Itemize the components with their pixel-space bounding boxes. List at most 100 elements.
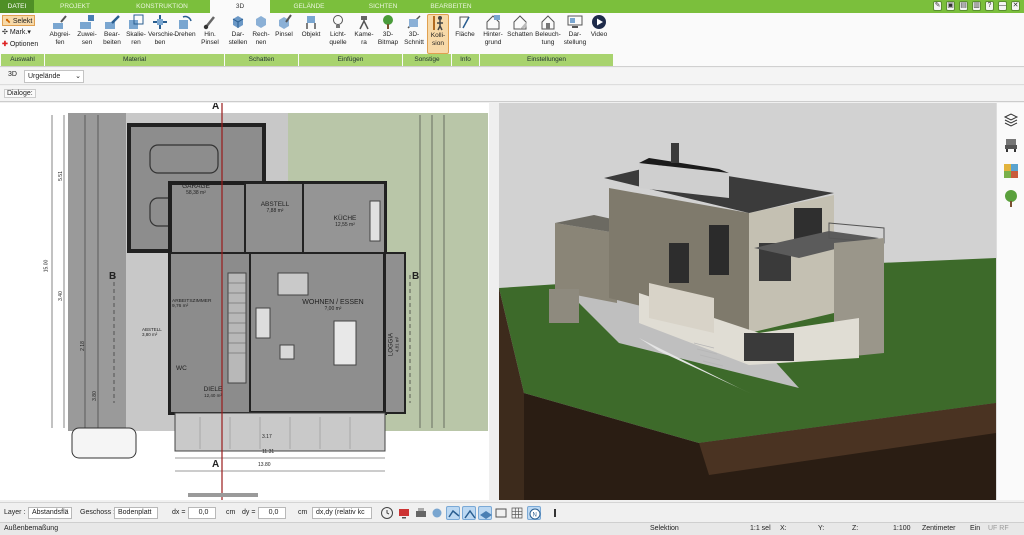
hin-pinsel-button[interactable]: Hin. Pinsel (198, 14, 222, 46)
dim-text: 3.40 (57, 291, 64, 301)
dim-text: 3.80 (91, 391, 98, 401)
zuweisen-button[interactable]: Zuwei- sen (74, 14, 100, 46)
chevron-down-icon: ⌄ (75, 73, 81, 80)
dx-input[interactable]: 0,0 (188, 507, 216, 519)
3d-view[interactable] (499, 103, 996, 500)
dim-text: 13.80 (258, 462, 271, 468)
flaeche-button[interactable]: Fläche (452, 14, 478, 39)
floor-plan-view[interactable]: GARAGE 58,38 m² ABSTELL 7,88 m² KÜCHE 12,55… (0, 103, 498, 500)
snap-angle-icon[interactable] (462, 506, 476, 520)
schatten-rechnen-button[interactable]: Rech- nen (250, 14, 272, 46)
dx-label: dx = (172, 509, 186, 516)
clock-icon[interactable] (380, 506, 394, 520)
hintergrund-button[interactable]: Hinter- grund (480, 14, 506, 46)
area-icon (459, 16, 470, 29)
terrain-select[interactable]: Urgelände ⌄ (24, 70, 84, 83)
chair-icon (306, 16, 316, 29)
verschieben-button[interactable]: Verschie- ben (148, 14, 175, 46)
bearbeiten-button[interactable]: Bear- beiten (100, 14, 124, 46)
help-icon[interactable]: ? (985, 1, 994, 11)
pipette-icon (53, 15, 67, 29)
minimize-icon[interactable]: — (998, 1, 1007, 11)
section-marker-a-bottom: A (212, 459, 220, 470)
geschoss-label: Geschoss : (80, 509, 116, 516)
right-side-toolbar (996, 103, 1024, 500)
view-mode-label: 3D (8, 71, 17, 78)
tab-3d[interactable]: 3D (210, 0, 270, 13)
print-icon[interactable] (414, 506, 428, 520)
ribbon-tab-bar: DATEI PROJEKT KONSTRUKTION 3D GELÄNDE SI… (0, 0, 1024, 13)
kamera-button[interactable]: Kame- ra (352, 14, 376, 46)
window-b-icon[interactable]: ▤ (959, 1, 968, 11)
ribbon: ⬉ Selekt ✣ Mark.▾ ✚ Optionen Abgrei- fen… (0, 13, 1024, 67)
schatten-pinsel-button[interactable]: Pinsel (272, 14, 296, 39)
material-palette-icon[interactable] (1003, 163, 1019, 179)
cube-shadow-icon (232, 16, 244, 28)
tab-konstruktion[interactable]: KONSTRUKTION (116, 0, 208, 13)
window-c-icon[interactable]: ▥ (972, 1, 981, 11)
3d-bitmap-button[interactable]: 3D- Bitmap (376, 14, 400, 46)
schatten-einstellung-button[interactable]: Schatten (506, 14, 534, 39)
selekt-button[interactable]: ⬉ Selekt (2, 15, 36, 26)
skalieren-button[interactable]: Skalie- ren (124, 14, 148, 46)
tab-projekt[interactable]: PROJEKT (36, 0, 114, 13)
room-wohnen-essen: WOHNEN / ESSEN ?,00 m² (302, 299, 364, 312)
snap-line-icon[interactable] (446, 506, 460, 520)
group-einstellungen: Einstellungen (479, 54, 613, 66)
snap-surface-icon[interactable] (478, 506, 492, 520)
schatten-darstellen-button[interactable]: Dar- stellen (226, 14, 250, 46)
tree-icon[interactable] (1003, 189, 1019, 207)
drehen-button[interactable]: Drehen (172, 14, 198, 39)
abgreifen-button[interactable]: Abgrei- fen (46, 14, 74, 46)
close-icon[interactable]: ✕ (1011, 1, 1020, 11)
tab-datei[interactable]: DATEI (0, 0, 34, 13)
view-bar: 3D Urgelände ⌄ (0, 68, 1024, 85)
armchair-icon[interactable] (1003, 137, 1019, 153)
objekt-button[interactable]: Objekt (298, 14, 324, 39)
3d-schnitt-button[interactable]: 3D- Schnitt (402, 14, 426, 46)
status-unit: Zentimeter (922, 525, 956, 532)
pen-icon[interactable]: ✎ (933, 1, 942, 11)
layers-icon[interactable] (1003, 111, 1019, 127)
dim-text: 2.18 (79, 341, 86, 351)
background-house-icon (486, 15, 500, 30)
dialoge-label[interactable]: Dialoge: (4, 89, 36, 98)
tab-sichten[interactable]: SICHTEN (348, 0, 418, 13)
room-abstell-2: ABSTELL 3,80 m² (142, 327, 162, 337)
pane-splitter[interactable] (489, 103, 499, 500)
render-settings-icon[interactable] (430, 506, 444, 520)
status-scale: 1:1 sel (750, 525, 771, 532)
layer-select[interactable]: Abstandsflä (28, 507, 72, 519)
status-selektion: Selektion (650, 525, 679, 532)
dy-unit: cm (298, 509, 308, 516)
tree-icon (383, 15, 393, 29)
monitor-icon (567, 15, 583, 28)
more-options-icon[interactable] (548, 506, 562, 520)
tab-gelaende[interactable]: GELÄNDE (272, 0, 346, 13)
screen-capture-icon[interactable] (397, 506, 411, 520)
room-arbeitszimmer: ARBEITSZIMMER 9,76 m² (172, 299, 212, 309)
lightbulb-icon (333, 15, 343, 28)
status-zoom: 1:100 (893, 525, 911, 532)
status-ein: Ein (970, 525, 981, 532)
input-mode-select[interactable]: dx,dy (relativ kc (312, 507, 372, 519)
grid-icon[interactable] (510, 506, 524, 520)
optionen-button[interactable]: ✚ Optionen (2, 39, 38, 50)
darstellung-button[interactable]: Dar- stellung (562, 14, 588, 46)
beleuchtung-button[interactable]: Beleuch- tung (534, 14, 562, 46)
north-icon[interactable]: N (527, 506, 541, 520)
paint-assign-icon (80, 15, 94, 29)
status-left-text: Außenbemaßung (4, 525, 59, 532)
view-toggle-icon[interactable] (494, 506, 508, 520)
mark-button[interactable]: ✣ Mark.▾ (2, 27, 31, 38)
window-a-icon[interactable]: ▣ (946, 1, 955, 11)
kollision-button[interactable]: Kolli- sion (427, 14, 449, 54)
tab-bearbeiten[interactable]: BEARBEITEN (420, 0, 482, 13)
video-button[interactable]: Video (588, 14, 610, 39)
geschoss-select[interactable]: Bodenplatt (114, 507, 158, 519)
cube-calc-icon (256, 16, 266, 28)
status-x: X: (780, 525, 787, 532)
dy-input[interactable]: 0,0 (258, 507, 286, 519)
room-diele: DIELE 12,40 m² (203, 386, 223, 398)
lichtquelle-button[interactable]: Licht- quelle (324, 14, 352, 46)
